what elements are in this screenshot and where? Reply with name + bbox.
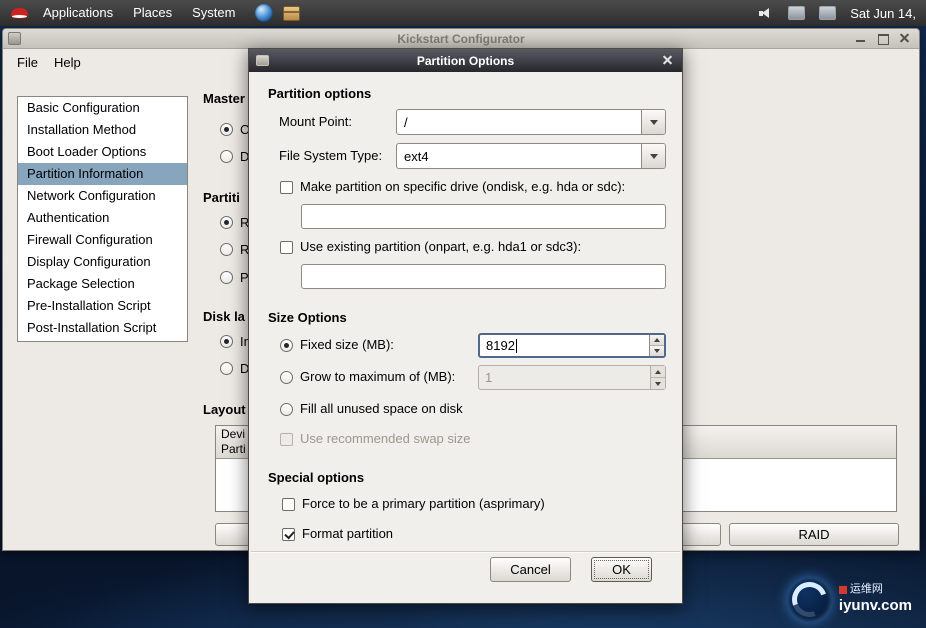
grow-to-radio[interactable] [280,371,293,384]
sidebar-item-basic-configuration[interactable]: Basic Configuration [18,97,187,119]
mount-point-combo[interactable]: / [396,109,666,135]
disklabel-radio-2[interactable] [220,362,233,375]
format-partition-checkbox[interactable] [282,528,295,541]
iyunv-watermark: 运维网 iyunv.com [787,577,912,622]
cancel-button[interactable]: Cancel [490,557,571,582]
system-menu[interactable]: System [182,0,245,26]
text-caret [516,339,517,353]
window-titlebar[interactable]: Kickstart Configurator [3,29,919,49]
onpart-checkbox[interactable] [280,241,293,254]
clock[interactable]: Sat Jun 14, [850,6,916,21]
onpart-input[interactable] [301,264,666,289]
sidebar-item-network-configuration[interactable]: Network Configuration [18,185,187,207]
sidebar-item-partition-information[interactable]: Partition Information [18,163,187,185]
fill-unused-label: Fill all unused space on disk [300,401,463,417]
fixed-size-spinbox[interactable]: 8192 [478,333,666,358]
spin-down-icon[interactable] [650,346,664,356]
disklabel-radio-1[interactable] [220,335,233,348]
dialog-icon [256,55,269,66]
dialog-close-icon[interactable] [661,54,674,67]
fixed-size-value: 8192 [486,338,515,353]
mount-point-label: Mount Point: [279,114,352,130]
sidebar-item-boot-loader-options[interactable]: Boot Loader Options [18,141,187,163]
dialog-separator [251,551,680,553]
sidebar-item-package-selection[interactable]: Package Selection [18,273,187,295]
sidebar-item-display-configuration[interactable]: Display Configuration [18,251,187,273]
asprimary-checkbox[interactable] [282,498,295,511]
partition-options-heading: Partition options [268,86,371,101]
spin-arrows [649,335,664,356]
sidebar-item-authentication[interactable]: Authentication [18,207,187,229]
maximize-icon[interactable] [876,32,889,45]
places-menu[interactable]: Places [123,0,182,26]
format-partition-label: Format partition [302,526,393,542]
raid-button[interactable]: RAID [729,523,899,546]
fs-type-value: ext4 [397,149,641,164]
sidebar-item-firewall-configuration[interactable]: Firewall Configuration [18,229,187,251]
top-panel: Applications Places System Sat Jun 14, [0,0,926,26]
iyunv-logo-text: 运维网 iyunv.com [839,583,912,616]
spin-up-icon [651,366,665,378]
mount-point-value: / [397,115,641,130]
special-options-heading: Special options [268,470,364,485]
layout-section-heading: Layout [203,402,246,417]
onpart-label: Use existing partition (onpart, e.g. hda… [300,239,581,255]
notes-applet-icon[interactable] [819,6,836,20]
ondisk-label: Make partition on specific drive (ondisk… [300,179,625,195]
ok-button[interactable]: OK [591,557,652,582]
fs-type-label: File System Type: [279,148,382,164]
window-title: Kickstart Configurator [397,32,524,46]
iyunv-logo-icon [787,577,832,622]
swap-size-label: Use recommended swap size [300,431,471,447]
partitions-radio-3[interactable] [220,271,233,284]
spin-arrows [650,366,665,389]
sidebar-item-pre-installation-script[interactable]: Pre-Installation Script [18,295,187,317]
mbr-radio-1[interactable] [220,123,233,136]
fs-type-combo[interactable]: ext4 [396,143,666,169]
close-icon[interactable] [898,32,911,45]
iyunv-logo-en: iyunv.com [839,597,912,616]
mbr-radio-2[interactable] [220,150,233,163]
spin-down-icon [651,378,665,389]
spin-up-icon[interactable] [650,335,664,346]
sidebar-item-post-installation-script[interactable]: Post-Installation Script [18,317,187,339]
help-menu[interactable]: Help [46,52,89,73]
distro-logo-icon[interactable] [10,6,29,21]
window-controls [854,32,911,45]
grow-to-spinbox: 1 [478,365,666,390]
package-launcher-icon[interactable] [283,6,300,21]
partitions-radio-1[interactable] [220,216,233,229]
iyunv-logo-cn: 运维网 [839,583,912,597]
fixed-size-radio[interactable] [280,339,293,352]
asprimary-label: Force to be a primary partition (asprima… [302,496,545,512]
sidebar-item-installation-method[interactable]: Installation Method [18,119,187,141]
chevron-down-icon[interactable] [641,110,665,134]
chevron-down-icon[interactable] [641,144,665,168]
partition-options-dialog: Partition Options Partition options Moun… [248,48,683,604]
display-applet-icon[interactable] [788,6,805,20]
disklabel-section-heading: Disk la [203,309,245,324]
grow-to-label: Grow to maximum of (MB): [300,369,455,385]
swap-size-checkbox [280,433,293,446]
file-menu[interactable]: File [9,52,46,73]
section-list: Basic Configuration Installation Method … [17,96,188,342]
fill-unused-radio[interactable] [280,403,293,416]
fixed-size-label: Fixed size (MB): [300,337,394,353]
minimize-icon[interactable] [854,32,867,45]
mbr-section-heading: Master [203,91,245,106]
window-menu-icon[interactable] [8,32,21,45]
panel-tray: Sat Jun 14, [759,6,920,21]
size-options-heading: Size Options [268,310,347,325]
partitions-radio-2[interactable] [220,243,233,256]
ondisk-input[interactable] [301,204,666,229]
applications-menu[interactable]: Applications [33,0,123,26]
dialog-title: Partition Options [417,54,514,68]
volume-icon[interactable] [759,7,774,20]
partitions-section-heading: Partiti [203,190,240,205]
ondisk-checkbox[interactable] [280,181,293,194]
grow-to-value: 1 [485,370,492,385]
browser-launcher-icon[interactable] [255,4,273,22]
dialog-titlebar[interactable]: Partition Options [249,49,682,72]
